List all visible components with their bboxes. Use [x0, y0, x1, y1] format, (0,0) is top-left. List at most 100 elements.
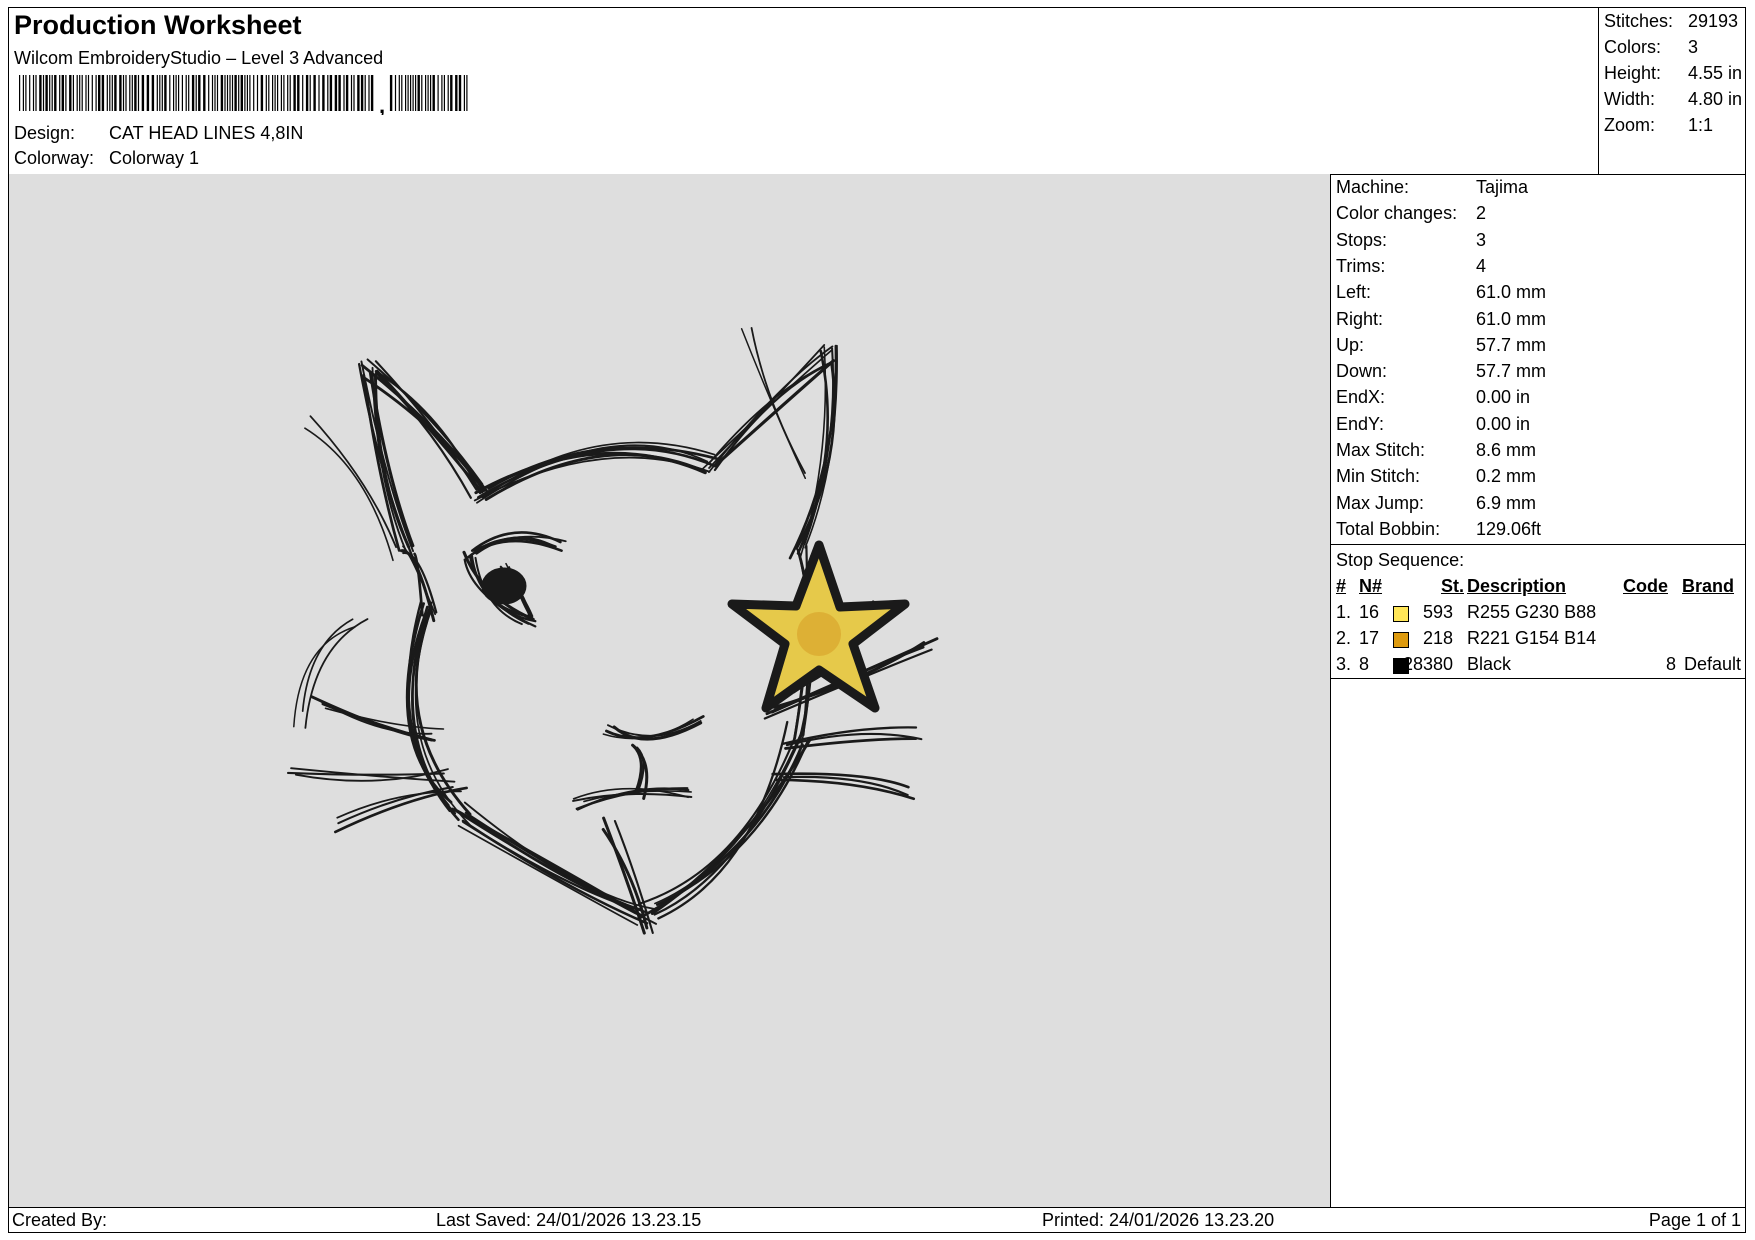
machine-info-row: Left: 61.0 mm [1336, 282, 1546, 308]
color-swatch [1393, 606, 1409, 622]
page-title: Production Worksheet [14, 10, 302, 40]
machine-info-row: Max Jump: 6.9 mm [1336, 493, 1536, 519]
needle-number: 8 [1359, 654, 1370, 674]
width-label: Width: [1604, 89, 1656, 109]
stop-sequence-title: Stop Sequence: [1336, 550, 1465, 570]
color-swatch [1393, 658, 1409, 674]
divider [1331, 678, 1745, 679]
stitches-row: Stitches: 29193 [1604, 11, 1738, 32]
design-row: Design: CAT HEAD LINES 4,8IN [14, 123, 303, 144]
thread-brand: Default [1683, 654, 1741, 674]
col-stitches: St. [1441, 576, 1465, 596]
stop-row: 1. 16 593 R255 G230 B88 [1331, 602, 1745, 626]
machine-info-row: Color changes: 2 [1336, 203, 1486, 229]
barcode-icon: , [19, 75, 468, 115]
info-value: 0.00 in [1476, 387, 1531, 408]
divider [1331, 544, 1745, 545]
page-number: Page 1 of 1 [1648, 1210, 1741, 1230]
col-description: Description [1467, 576, 1567, 596]
stop-sequence-header: # N# St. Description Code Brand [1331, 576, 1745, 600]
stitches-value: 29193 [1688, 11, 1739, 31]
star-patch [727, 540, 910, 713]
info-label: Up: [1336, 334, 1365, 355]
colors-row: Colors: 3 [1604, 37, 1698, 58]
stitch-count: 218 [1422, 628, 1453, 648]
software-name: Wilcom EmbroideryStudio – Level 3 Advanc… [14, 48, 384, 68]
needle-number: 17 [1359, 628, 1380, 648]
production-worksheet: Production Worksheet Wilcom EmbroiderySt… [8, 7, 1746, 1233]
machine-info-row: Right: 61.0 mm [1336, 309, 1546, 335]
stop-number: 1. [1336, 602, 1352, 622]
stitches-label: Stitches: [1604, 11, 1674, 31]
printed-date: Printed: 24/01/2026 13.23.20 [1042, 1210, 1275, 1230]
width-value: 4.80 in [1688, 89, 1743, 109]
info-label: Max Stitch: [1336, 440, 1426, 460]
stop-row: 3. 8 28380 Black 8 Default [1331, 654, 1745, 678]
cat-embroidery-image [286, 327, 939, 935]
info-label: EndY: [1336, 413, 1385, 434]
colors-label: Colors: [1604, 37, 1662, 57]
info-label: Total Bobbin: [1336, 518, 1441, 539]
info-label: Color changes: [1336, 203, 1458, 224]
col-num: # [1336, 576, 1347, 596]
worksheet-header: Production Worksheet Wilcom EmbroiderySt… [9, 8, 1745, 175]
col-code: Code [1623, 576, 1668, 596]
info-value: 129.06ft [1476, 518, 1542, 539]
machine-info-row: Total Bobbin: 129.06ft [1336, 519, 1541, 545]
created-by: Created By: [12, 1210, 108, 1230]
info-label: EndX: [1336, 387, 1386, 408]
info-value: 57.7 mm [1476, 334, 1547, 355]
info-value: 61.0 mm [1476, 308, 1547, 329]
info-label: Min Stitch: [1336, 466, 1421, 487]
needle-number: 16 [1359, 602, 1380, 622]
machine-info-row: EndY: 0.00 in [1336, 414, 1530, 440]
width-row: Width: 4.80 in [1604, 89, 1742, 110]
info-value: 0.2 mm [1476, 466, 1537, 487]
design-label: Design: [14, 123, 76, 143]
zoom-row: Zoom: 1:1 [1604, 115, 1713, 136]
info-label: Right: [1336, 308, 1384, 329]
info-value: Tajima [1476, 177, 1529, 197]
last-saved: Last Saved: 24/01/2026 13.23.15 [436, 1210, 702, 1230]
info-label: Stops: [1336, 229, 1388, 250]
thread-code: 8 [1665, 654, 1676, 674]
stitch-count: 28380 [1402, 654, 1453, 674]
summary-panel: Stitches: 29193 Colors: 3 Height: 4.55 in W… [1598, 8, 1746, 174]
machine-info-row: Stops: 3 [1336, 230, 1486, 256]
col-needle: N# [1359, 576, 1383, 596]
stop-row: 2. 17 218 R221 G154 B14 [1331, 628, 1745, 652]
machine-info-row: Min Stitch: 0.2 mm [1336, 466, 1536, 492]
info-value: 2 [1476, 203, 1487, 224]
machine-info-row: Machine: Tajima [1336, 177, 1528, 203]
colorway-row: Colorway: Colorway 1 [14, 148, 199, 169]
info-value: 8.6 mm [1476, 440, 1537, 460]
design-preview [9, 174, 1331, 1207]
colorway-label: Colorway: [14, 148, 95, 168]
colorway-value: Colorway 1 [109, 148, 200, 168]
col-brand: Brand [1682, 576, 1735, 596]
info-value: 3 [1476, 229, 1487, 250]
info-label: Machine: [1336, 177, 1410, 197]
info-value: 57.7 mm [1476, 361, 1547, 382]
height-row: Height: 4.55 in [1604, 63, 1742, 84]
machine-info-panel: Machine: Tajima Color changes: 2 Stops: 3 Trim… [1331, 174, 1745, 1207]
svg-text:,: , [379, 93, 385, 115]
info-value: 61.0 mm [1476, 282, 1547, 303]
info-value: 6.9 mm [1476, 492, 1537, 513]
info-label: Down: [1336, 361, 1388, 382]
height-value: 4.55 in [1688, 63, 1743, 83]
stop-number: 3. [1336, 654, 1352, 674]
info-label: Left: [1336, 282, 1372, 303]
info-value: 0.00 in [1476, 413, 1531, 434]
thread-description: Black [1467, 654, 1512, 674]
worksheet-footer: Created By: Last Saved: 24/01/2026 13.23… [9, 1207, 1745, 1233]
stitch-count: 593 [1422, 602, 1453, 622]
machine-info-row: Trims: 4 [1336, 256, 1486, 282]
machine-info-row: Up: 57.7 mm [1336, 335, 1546, 361]
machine-info-row: Down: 57.7 mm [1336, 361, 1546, 387]
height-label: Height: [1604, 63, 1662, 83]
machine-info-row: Max Stitch: 8.6 mm [1336, 440, 1536, 466]
info-label: Trims: [1336, 255, 1386, 276]
info-value: 4 [1476, 255, 1487, 276]
color-swatch [1393, 632, 1409, 648]
